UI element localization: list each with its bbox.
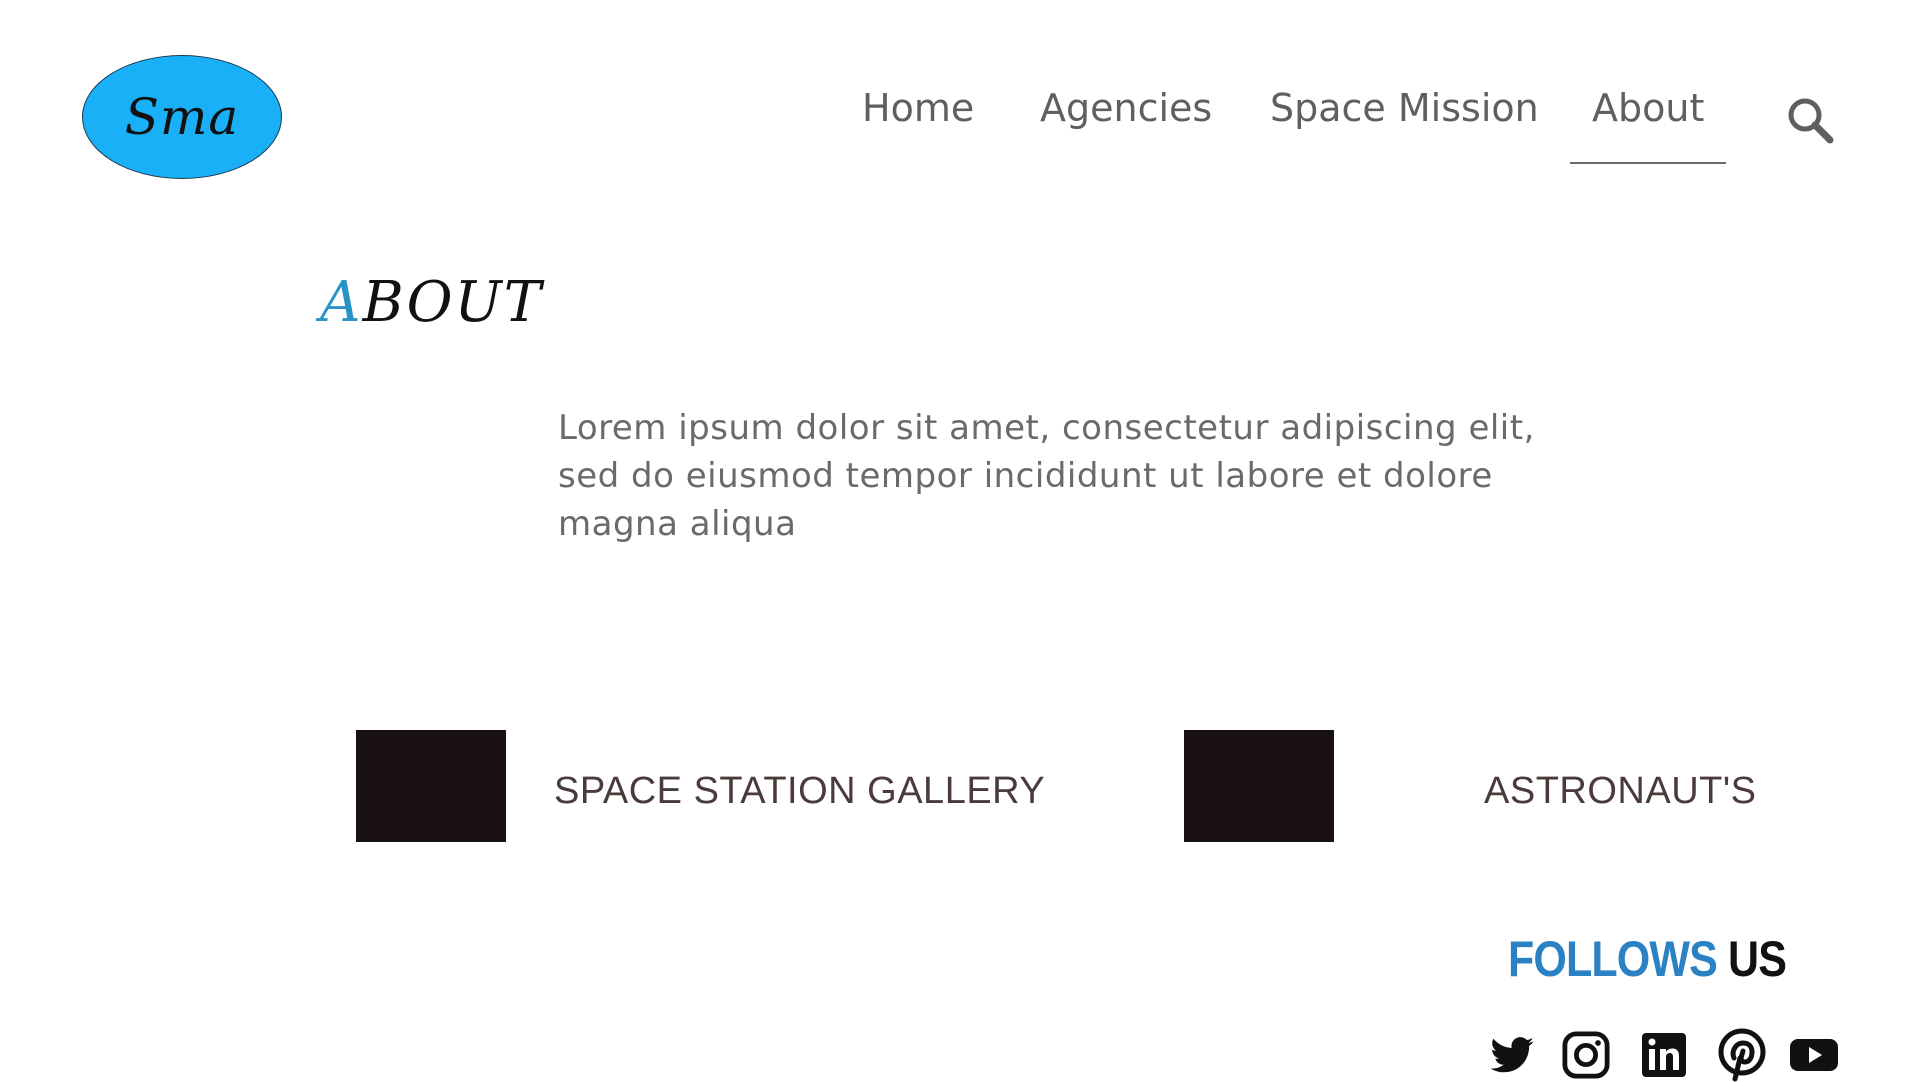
gallery-link[interactable]: SPACE STATION GALLERY — [554, 770, 1045, 813]
astronauts-link[interactable]: ASTRONAUT'S — [1484, 770, 1756, 813]
nav-space-mission[interactable]: Space Mission — [1270, 86, 1539, 130]
follow-us-heading: FOLLOWS US — [1508, 930, 1787, 988]
page-title-accent-letter: A — [320, 270, 363, 335]
follow-us-word2: US — [1728, 931, 1787, 987]
nav-active-underline — [1570, 162, 1726, 164]
nav-about[interactable]: About — [1592, 86, 1704, 130]
linkedin-icon[interactable] — [1640, 1028, 1688, 1082]
about-body-text: Lorem ipsum dolor sit amet, consectetur … — [558, 408, 1535, 544]
main-nav: Home Agencies Space Mission About — [0, 86, 1920, 146]
pinterest-icon[interactable] — [1718, 1028, 1766, 1082]
astronauts-thumbnail[interactable] — [1184, 730, 1334, 842]
twitter-icon[interactable] — [1488, 1028, 1536, 1082]
nav-agencies[interactable]: Agencies — [1040, 86, 1212, 130]
page-title: ABOUT — [320, 270, 543, 335]
instagram-icon[interactable] — [1562, 1028, 1610, 1082]
youtube-icon[interactable] — [1790, 1028, 1838, 1082]
follow-us-word1: FOLLOWS — [1508, 931, 1718, 987]
gallery-thumbnail[interactable] — [356, 730, 506, 842]
page-title-rest: BOUT — [362, 270, 544, 335]
nav-home[interactable]: Home — [862, 86, 974, 130]
search-icon[interactable] — [1784, 94, 1836, 146]
